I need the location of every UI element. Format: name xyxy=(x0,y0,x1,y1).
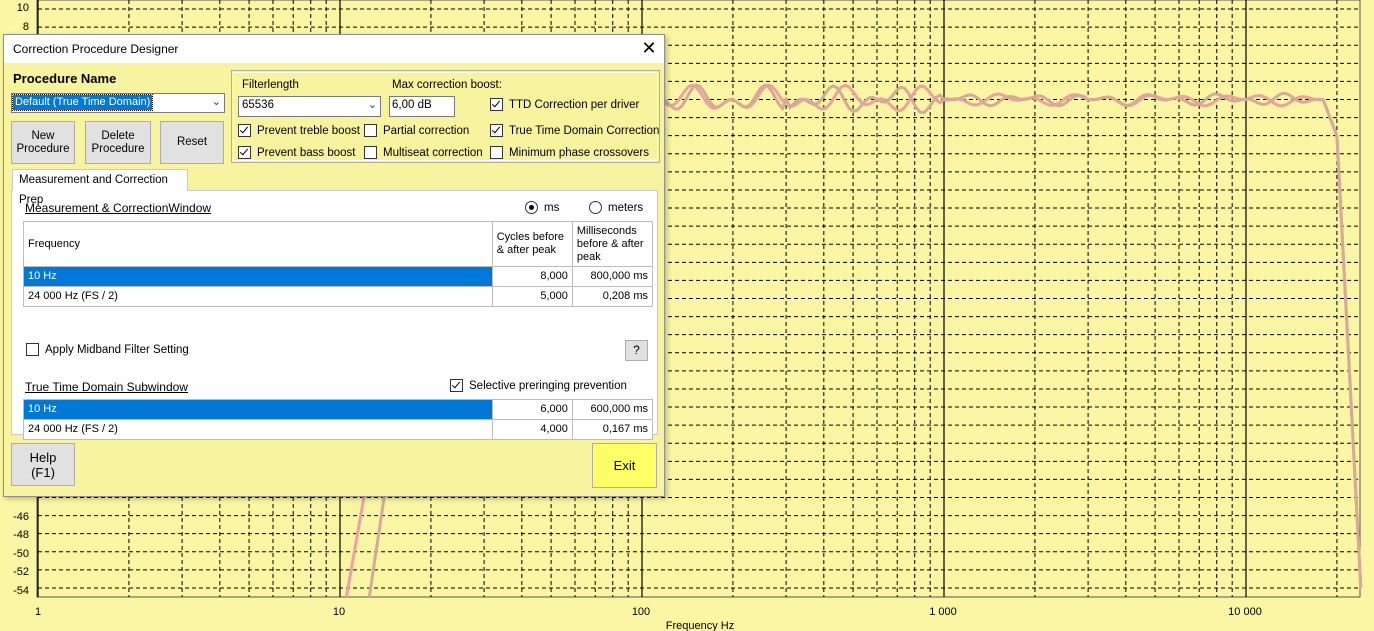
partial-correction-label: Partial correction xyxy=(383,124,470,137)
checkbox-box[interactable] xyxy=(490,124,503,137)
help-button[interactable]: Help (F1) xyxy=(11,443,75,486)
y-tick-label: -52 xyxy=(13,566,29,578)
procedure-select-value: Default (True Time Domain) xyxy=(11,94,154,111)
midband-filter-label: Apply Midband Filter Setting xyxy=(45,343,189,356)
table-row[interactable]: 24 000 Hz (FS / 2) 5,000 0,208 ms xyxy=(23,286,654,307)
meters-radio-label: meters xyxy=(608,201,644,214)
frequency-cell[interactable]: 10 Hz xyxy=(23,266,493,287)
tab-measurement-correction-prep[interactable]: Measurement and Correction Prep xyxy=(12,169,188,206)
y-tick-label: 8 xyxy=(23,21,29,33)
max-boost-label: Max correction boost: xyxy=(392,79,502,91)
chevron-down-icon[interactable]: ⌄ xyxy=(212,95,221,108)
ttd-correction-label: True Time Domain Correction xyxy=(509,124,660,137)
ttd-subwindow-table: 10 Hz 6,000 600,000 ms 24 000 Hz (FS / 2… xyxy=(23,399,654,440)
prevent-treble-checkbox[interactable]: Prevent treble boost xyxy=(238,124,360,137)
ms-cell[interactable]: 800,000 ms xyxy=(571,266,654,287)
radio-dot[interactable] xyxy=(589,201,602,214)
ms-cell[interactable]: 0,208 ms xyxy=(571,286,654,307)
min-phase-label: Minimum phase crossovers xyxy=(509,146,649,159)
x-tick-label: 1 xyxy=(35,606,41,618)
cycles-cell[interactable]: 8,000 xyxy=(491,266,573,287)
prevent-bass-checkbox[interactable]: Prevent bass boost xyxy=(238,146,355,159)
radio-dot[interactable] xyxy=(525,201,538,214)
correction-procedure-dialog: Correction Procedure Designer ✕ Procedur… xyxy=(3,34,665,497)
meters-radio[interactable]: meters xyxy=(589,201,643,214)
chevron-down-icon[interactable]: ⌄ xyxy=(368,98,377,111)
ttd-subwindow-heading: True Time Domain Subwindow xyxy=(25,380,188,394)
table-row[interactable]: 24 000 Hz (FS / 2) 4,000 0,167 ms xyxy=(23,419,654,440)
dialog-titlebar: Correction Procedure Designer ✕ xyxy=(4,35,664,63)
frequency-cell[interactable]: 24 000 Hz (FS / 2) xyxy=(23,419,493,440)
filterlength-value: 65536 xyxy=(242,99,274,111)
ms-cell[interactable]: 600,000 ms xyxy=(571,399,654,420)
ms-radio[interactable]: ms xyxy=(525,201,559,214)
cycles-column-header: Cycles before & after peak xyxy=(491,221,573,267)
procedure-select[interactable]: Default (True Time Domain) ⌄ xyxy=(11,93,225,113)
prevent-bass-label: Prevent bass boost xyxy=(257,146,356,159)
preringing-label: Selective preringing prevention xyxy=(469,379,627,392)
ms-column-header: Milliseconds before & after peak xyxy=(571,221,654,267)
preringing-help-button[interactable]: ? xyxy=(625,340,648,361)
x-tick-label: 1 000 xyxy=(929,606,957,618)
reset-button[interactable]: Reset xyxy=(160,121,224,164)
cycles-cell[interactable]: 4,000 xyxy=(491,419,573,440)
close-icon[interactable]: ✕ xyxy=(638,37,660,59)
ttd-per-driver-checkbox[interactable]: TTD Correction per driver xyxy=(490,98,639,111)
y-tick-label: 10 xyxy=(17,2,29,14)
ms-radio-label: ms xyxy=(544,201,560,214)
frequency-column-header: Frequency xyxy=(23,221,493,267)
measurement-window-heading: Measurement & CorrectionWindow xyxy=(25,201,212,215)
dialog-title: Correction Procedure Designer xyxy=(13,42,179,56)
cycles-cell[interactable]: 5,000 xyxy=(491,286,573,307)
checkbox-box[interactable] xyxy=(490,98,503,111)
x-tick-label: 10 xyxy=(333,606,345,618)
checkbox-box[interactable] xyxy=(490,146,503,159)
checkbox-box[interactable] xyxy=(238,146,251,159)
min-phase-checkbox[interactable]: Minimum phase crossovers xyxy=(490,146,649,159)
y-tick-label: -54 xyxy=(13,585,29,597)
midband-filter-checkbox[interactable]: Apply Midband Filter Setting xyxy=(26,343,189,356)
partial-correction-checkbox[interactable]: Partial correction xyxy=(364,124,469,137)
filterlength-label: Filterlength xyxy=(242,79,299,91)
table-row[interactable]: 10 Hz 6,000 600,000 ms xyxy=(23,399,654,420)
ttd-per-driver-label: TTD Correction per driver xyxy=(509,98,640,111)
max-boost-input[interactable]: 6,00 dB xyxy=(389,96,455,117)
x-tick-label: 10 000 xyxy=(1228,606,1262,618)
frequency-cell[interactable]: 10 Hz xyxy=(23,399,493,420)
procedure-name-label: Procedure Name xyxy=(13,71,117,86)
table-row[interactable]: 10 Hz 8,000 800,000 ms xyxy=(23,266,654,287)
measurement-window-table: Frequency Cycles before & after peak Mil… xyxy=(23,221,654,307)
cycles-cell[interactable]: 6,000 xyxy=(491,399,573,420)
delete-procedure-button[interactable]: Delete Procedure xyxy=(85,121,151,164)
checkbox-box[interactable] xyxy=(364,146,377,159)
preringing-checkbox[interactable]: Selective preringing prevention xyxy=(450,379,627,392)
y-tick-label: -48 xyxy=(13,529,29,541)
multiseat-checkbox[interactable]: Multiseat correction xyxy=(364,146,483,159)
checkbox-box[interactable] xyxy=(26,343,39,356)
multiseat-label: Multiseat correction xyxy=(383,146,483,159)
y-tick-label: -46 xyxy=(13,511,29,523)
filterlength-select[interactable]: 65536 ⌄ xyxy=(238,96,381,117)
x-tick-label: 100 xyxy=(632,606,650,618)
exit-button[interactable]: Exit xyxy=(592,443,657,488)
tab-panel: Measurement & CorrectionWindow ms meters… xyxy=(11,190,658,440)
y-tick-label: -50 xyxy=(13,548,29,560)
checkbox-box[interactable] xyxy=(238,124,251,137)
prevent-treble-label: Prevent treble boost xyxy=(257,124,360,137)
checkbox-box[interactable] xyxy=(450,379,463,392)
ttd-correction-checkbox[interactable]: True Time Domain Correction xyxy=(490,124,659,137)
filter-settings-group: Filterlength 65536 ⌄ Max correction boos… xyxy=(231,70,660,163)
max-boost-value: 6,00 dB xyxy=(392,99,432,111)
checkbox-box[interactable] xyxy=(364,124,377,137)
x-axis-label: Frequency Hz xyxy=(666,620,734,631)
new-procedure-button[interactable]: New Procedure xyxy=(11,121,75,164)
frequency-cell[interactable]: 24 000 Hz (FS / 2) xyxy=(23,286,493,307)
ms-cell[interactable]: 0,167 ms xyxy=(571,419,654,440)
